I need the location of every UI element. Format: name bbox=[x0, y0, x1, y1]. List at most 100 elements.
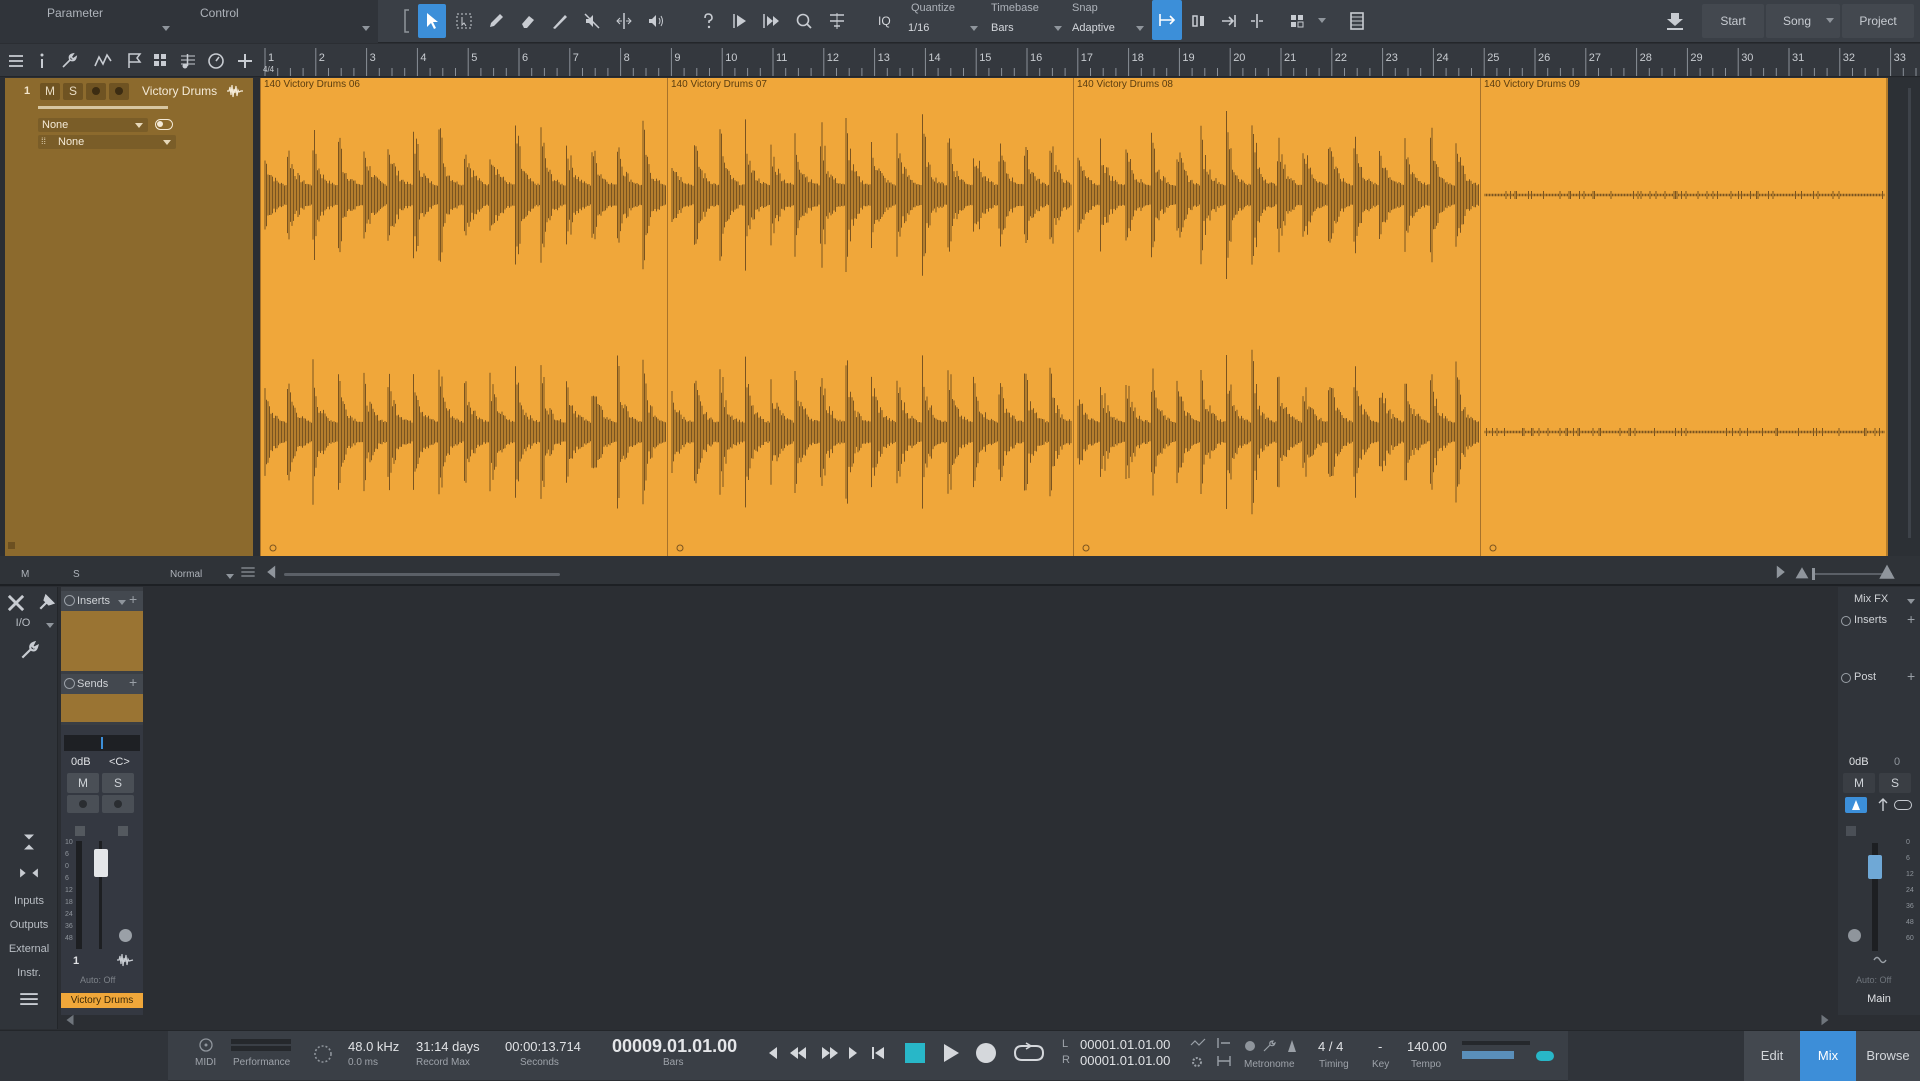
metronome-icon[interactable] bbox=[1285, 1039, 1299, 1053]
inserts-power-icon[interactable] bbox=[64, 595, 75, 606]
mixfx-dropdown-icon[interactable] bbox=[1907, 599, 1915, 604]
event-handle[interactable] bbox=[1489, 544, 1497, 552]
scroll-left-icon[interactable] bbox=[264, 564, 280, 580]
layout-dropdown-icon[interactable] bbox=[1318, 18, 1326, 23]
range-tool-button[interactable] bbox=[450, 4, 478, 38]
mix-view-button[interactable]: Mix bbox=[1800, 1031, 1856, 1081]
layout-grid-icon[interactable] bbox=[1286, 4, 1312, 38]
monitor-toggle-icon[interactable] bbox=[155, 119, 173, 130]
record-button[interactable] bbox=[976, 1043, 996, 1063]
pan-slider[interactable] bbox=[64, 735, 140, 751]
nav-inputs[interactable]: Inputs bbox=[0, 895, 58, 907]
main-fader-thumb[interactable] bbox=[1868, 855, 1882, 879]
narrow-strips-icon[interactable] bbox=[17, 861, 41, 885]
seconds-display[interactable]: 00:00:13.714 bbox=[505, 1039, 581, 1054]
info-icon[interactable] bbox=[29, 48, 55, 74]
track-name[interactable]: Victory Drums bbox=[142, 84, 217, 98]
settings-gear-icon[interactable] bbox=[1190, 1055, 1206, 1069]
key-value[interactable]: - bbox=[1378, 1039, 1382, 1054]
loop-button[interactable] bbox=[1012, 1042, 1046, 1064]
snap-cursor-icon[interactable] bbox=[1216, 4, 1242, 38]
main-post-power-icon[interactable] bbox=[1841, 673, 1851, 683]
marker-icon[interactable] bbox=[122, 48, 148, 74]
list-icon[interactable] bbox=[17, 987, 41, 1011]
snap-split-icon[interactable] bbox=[1244, 4, 1270, 38]
track-mute-button[interactable]: M bbox=[40, 83, 60, 100]
audio-event[interactable]: 140 Victory Drums 06 bbox=[260, 78, 667, 556]
list-icon[interactable] bbox=[240, 564, 256, 580]
zoom-slider-thumb[interactable] bbox=[1812, 568, 1815, 580]
tempo-icon[interactable] bbox=[203, 48, 229, 74]
menu-icon[interactable] bbox=[3, 48, 29, 74]
split-tool-button[interactable] bbox=[610, 4, 638, 38]
main-pan-knob[interactable] bbox=[1848, 929, 1861, 942]
snap-dropdown-icon[interactable] bbox=[1136, 26, 1144, 31]
channel-automation-mode[interactable]: Auto: Off bbox=[80, 975, 115, 985]
video-icon[interactable] bbox=[1344, 4, 1370, 38]
project-page-button[interactable]: Project bbox=[1842, 4, 1914, 38]
track-record-button[interactable] bbox=[86, 83, 106, 100]
punch-in-icon[interactable] bbox=[1216, 1037, 1232, 1049]
play-button[interactable] bbox=[940, 1042, 962, 1064]
global-mute-button[interactable]: M bbox=[21, 569, 29, 580]
main-post-add-icon[interactable]: + bbox=[1907, 668, 1915, 684]
loop-left-position[interactable]: 00001.01.01.00 bbox=[1080, 1037, 1170, 1052]
track-solo-button[interactable]: S bbox=[63, 83, 83, 100]
next-marker-icon[interactable] bbox=[846, 1045, 860, 1061]
zoom-in-icon[interactable] bbox=[1878, 562, 1896, 580]
automation-icon[interactable] bbox=[90, 48, 116, 74]
control-dropdown-icon[interactable] bbox=[362, 26, 370, 31]
vertical-scroll-thumb[interactable] bbox=[1908, 88, 1911, 538]
io-label[interactable]: I/O bbox=[0, 617, 52, 629]
output-toggle[interactable] bbox=[1536, 1051, 1554, 1061]
zoom-out-icon[interactable] bbox=[1794, 564, 1810, 580]
pencil-tool-button[interactable] bbox=[482, 4, 510, 38]
add-track-icon[interactable] bbox=[232, 48, 258, 74]
main-inserts-power-icon[interactable] bbox=[1841, 616, 1851, 626]
timeline-ruler[interactable]: 4/4 1 2 3 4 5 6 7 8 9 10 11 12 13 14 15 16 17 18 19 20 21 22 2… bbox=[260, 44, 1920, 77]
main-automation-mode[interactable]: Auto: Off bbox=[1856, 975, 1891, 985]
sends-power-icon[interactable] bbox=[64, 678, 75, 689]
timing-value[interactable]: 4 / 4 bbox=[1318, 1039, 1343, 1054]
channel-monitor-button[interactable] bbox=[102, 795, 134, 813]
stop-button[interactable] bbox=[905, 1043, 925, 1063]
pre-roll-icon[interactable] bbox=[1190, 1037, 1206, 1049]
vertical-scrollbar[interactable] bbox=[1900, 78, 1920, 556]
track-volume-slider[interactable] bbox=[38, 106, 168, 109]
channel-mute-button[interactable]: M bbox=[67, 773, 99, 793]
track-input-select[interactable]: None bbox=[38, 118, 148, 132]
timebase-select[interactable]: Bars bbox=[991, 22, 1014, 34]
arranger-icon[interactable] bbox=[148, 48, 174, 74]
track-resize-handle[interactable] bbox=[8, 542, 15, 549]
horizontal-scroll-thumb[interactable] bbox=[284, 573, 560, 576]
rewind-icon[interactable] bbox=[788, 1045, 808, 1061]
inserts-dropdown-icon[interactable] bbox=[118, 600, 126, 605]
sends-slot-area[interactable] bbox=[61, 694, 143, 722]
metronome-click-icon[interactable] bbox=[1245, 1041, 1255, 1051]
mode-select[interactable]: Normal bbox=[170, 569, 202, 580]
download-icon[interactable] bbox=[1660, 4, 1690, 38]
snap-events-icon[interactable] bbox=[1186, 4, 1212, 38]
quantize-select[interactable]: 1/16 bbox=[908, 22, 929, 34]
autoscroll-icon[interactable] bbox=[758, 4, 786, 38]
nav-instruments[interactable]: Instr. bbox=[0, 967, 58, 979]
previous-marker-icon[interactable] bbox=[766, 1045, 780, 1061]
score-icon[interactable] bbox=[175, 48, 201, 74]
channel-pan-knob[interactable] bbox=[119, 929, 132, 942]
loop-follow-icon[interactable] bbox=[822, 4, 852, 38]
main-solo-button[interactable]: S bbox=[1879, 773, 1911, 793]
wrench-icon[interactable] bbox=[17, 639, 41, 663]
eraser-tool-button[interactable] bbox=[514, 4, 542, 38]
arrow-tool-button[interactable] bbox=[418, 4, 446, 38]
return-to-zero-icon[interactable] bbox=[870, 1045, 886, 1061]
main-inserts-add-icon[interactable]: + bbox=[1907, 611, 1915, 627]
song-dropdown-icon[interactable] bbox=[1826, 18, 1834, 23]
timebase-dropdown-icon[interactable] bbox=[1054, 26, 1062, 31]
performance-label[interactable]: Performance bbox=[233, 1057, 290, 1068]
loop-right-position[interactable]: 00001.01.01.00 bbox=[1080, 1053, 1170, 1068]
main-post-label[interactable]: Post bbox=[1854, 671, 1876, 683]
paint-tool-button[interactable] bbox=[546, 4, 574, 38]
main-metronome-button[interactable] bbox=[1845, 797, 1867, 813]
main-toggle-icon[interactable] bbox=[1894, 800, 1912, 810]
event-handle[interactable] bbox=[676, 544, 684, 552]
